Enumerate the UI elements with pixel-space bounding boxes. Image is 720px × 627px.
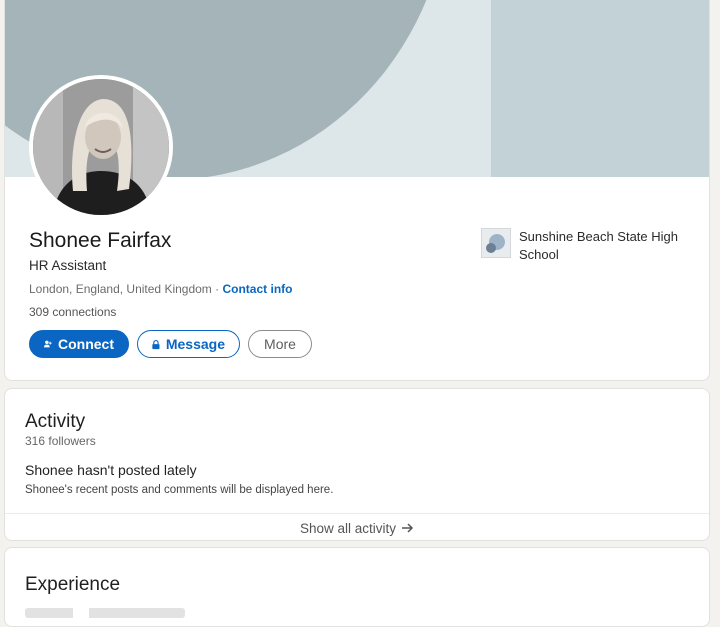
school-name: Sunshine Beach State High School [519,229,678,262]
show-all-activity-button[interactable]: Show all activity [5,513,709,540]
arrow-right-icon [402,523,414,533]
avatar-photo [33,79,169,215]
connections-count[interactable]: 309 connections [29,305,116,319]
profile-name: Shonee Fairfax [29,229,172,252]
contact-info-link[interactable]: Contact info [222,282,292,296]
message-label: Message [165,336,225,352]
activity-card: Activity 316 followers Shonee hasn't pos… [4,388,710,541]
profile-headline: HR Assistant [29,258,107,273]
experience-card: Experience [4,547,710,627]
profile-card: Shonee Fairfax HR Assistant London, Engl… [4,0,710,381]
connect-label: Connect [58,336,114,352]
experience-title: Experience [25,574,121,595]
location-separator: · [211,282,223,296]
add-person-icon [44,340,52,348]
profile-location-line: London, England, United Kingdom · Contac… [29,282,292,296]
message-button[interactable]: Message [137,330,240,358]
profile-avatar[interactable] [29,75,173,219]
lock-icon [152,339,160,349]
profile-location: London, England, United Kingdom [29,282,212,296]
education-entry[interactable]: Sunshine Beach State High School [481,228,709,264]
more-button[interactable]: More [248,330,312,358]
banner-rect-shape [491,0,709,177]
followers-count: 316 followers [25,434,96,448]
activity-empty-subtext: Shonee's recent posts and comments will … [25,484,334,496]
activity-empty-heading: Shonee hasn't posted lately [25,462,197,478]
show-all-activity-label: Show all activity [299,520,397,536]
activity-title: Activity [25,411,86,432]
more-label: More [264,336,296,352]
connect-button[interactable]: Connect [29,330,129,358]
school-logo-icon [481,228,511,258]
experience-entry-cutoff [25,608,185,618]
profile-actions: Connect Message More [29,330,312,358]
